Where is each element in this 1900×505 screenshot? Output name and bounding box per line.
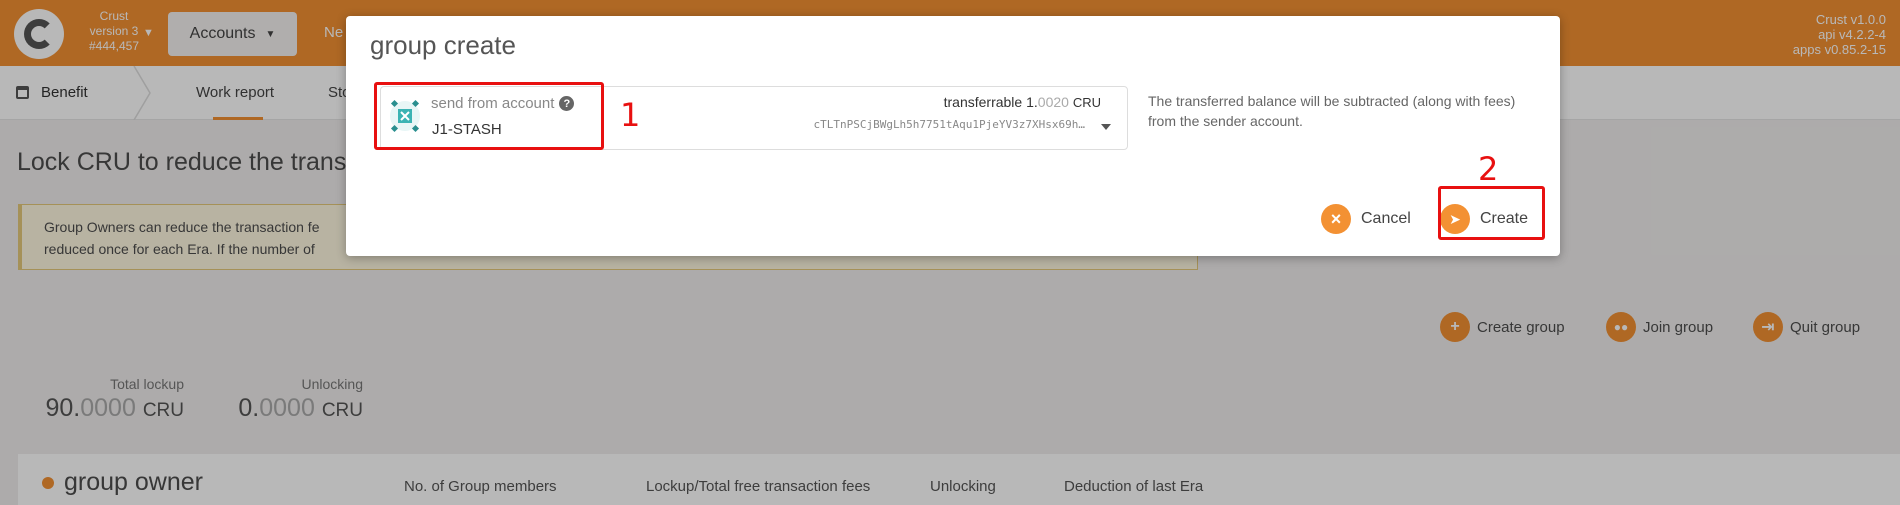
transferrable-balance: transferrable 1.0020 CRU bbox=[943, 94, 1101, 110]
chevron-down-icon[interactable] bbox=[1101, 124, 1111, 130]
annotation-label-1: 1 bbox=[620, 96, 641, 134]
annotation-label-2: 2 bbox=[1478, 150, 1499, 188]
annotation-box-2 bbox=[1438, 186, 1545, 240]
account-address: cTLTnPSCjBWgLh5h7751tAqu1PjeYV3z7XHsx69h… bbox=[813, 118, 1085, 131]
cancel-button[interactable]: × Cancel bbox=[1321, 204, 1411, 234]
annotation-box-1 bbox=[374, 82, 604, 150]
sender-help-text: The transferred balance will be subtract… bbox=[1148, 93, 1516, 129]
modal-title: group create bbox=[370, 30, 516, 60]
close-icon: × bbox=[1321, 204, 1351, 234]
cancel-label: Cancel bbox=[1361, 210, 1411, 227]
